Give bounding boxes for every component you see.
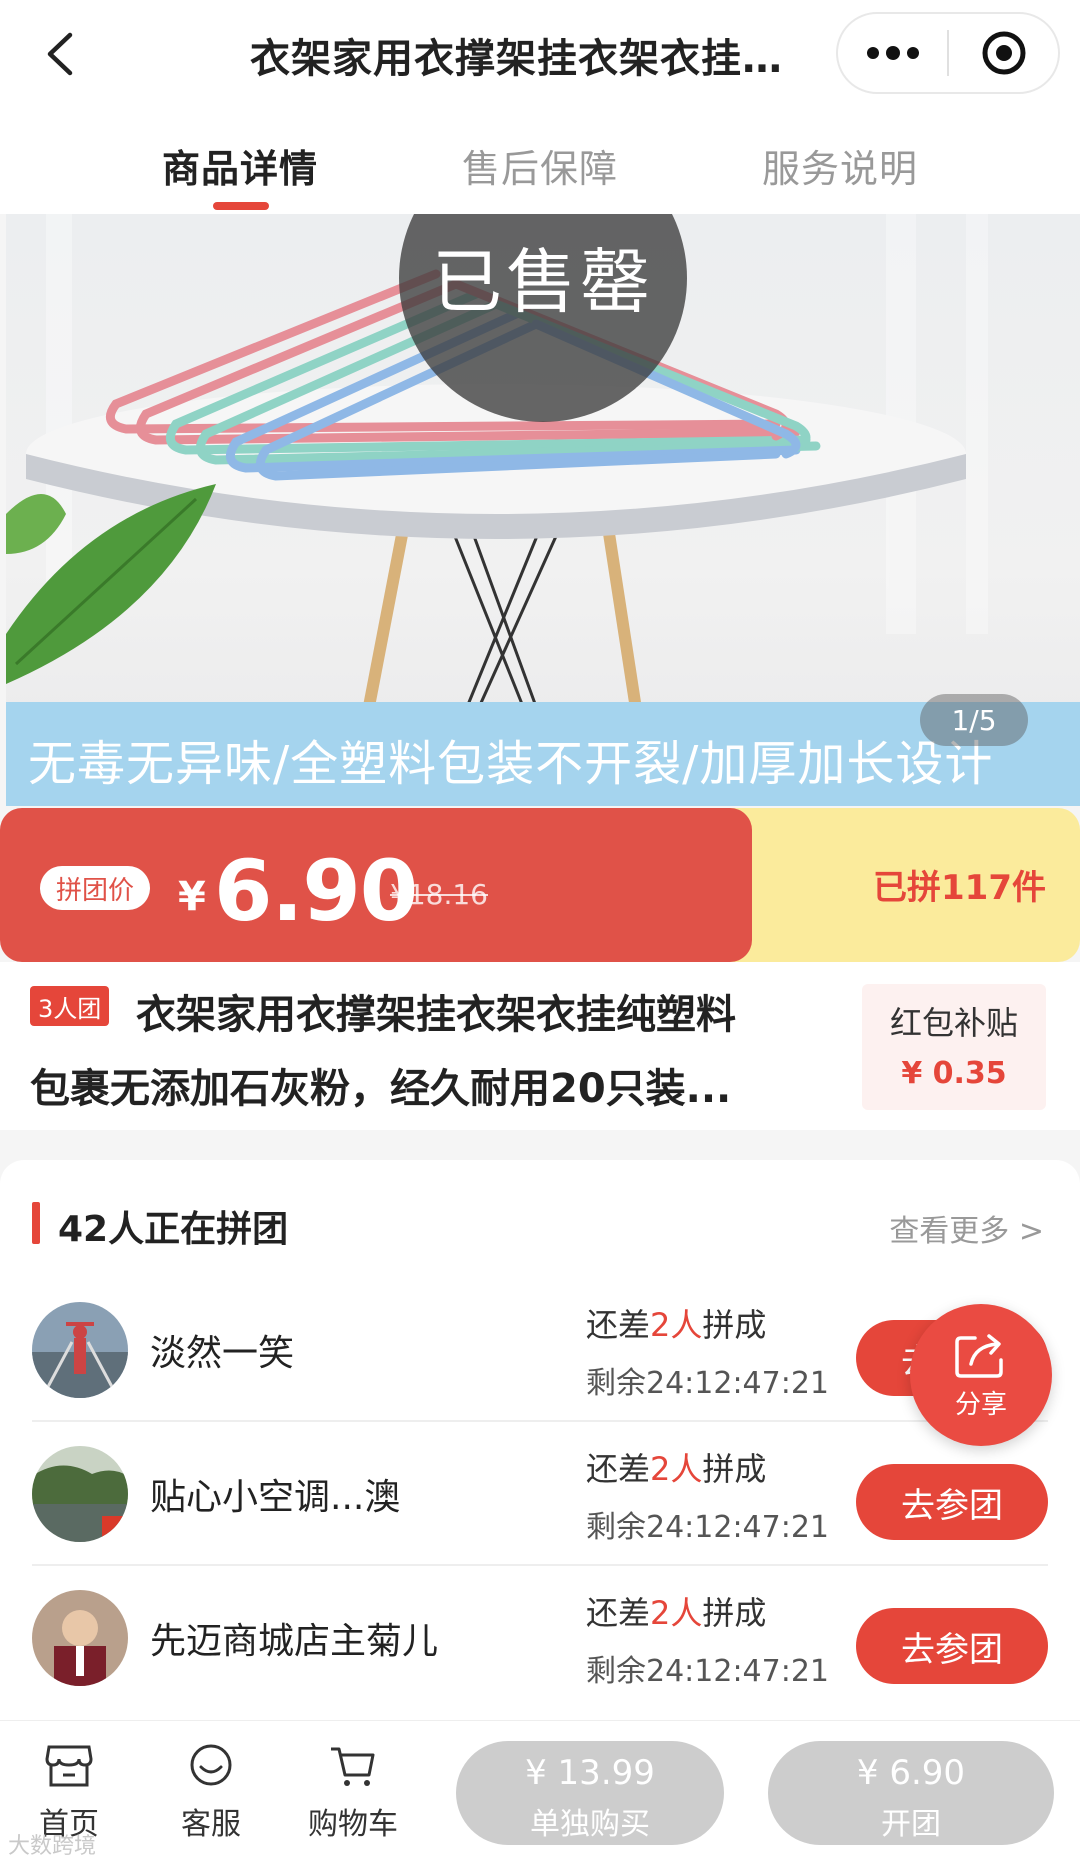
need-prefix: 还差 (586, 1594, 651, 1632)
mini-program-capsule (836, 12, 1060, 94)
group-buy-list: 42人正在拼团 查看更多 > 淡然一笑 还差2人拼成 剩余24:12:47:21… (0, 1160, 1080, 1720)
share-button[interactable]: 分享 (910, 1304, 1052, 1446)
need-suffix: 拼成 (702, 1594, 767, 1632)
group-need-count: 还差2人拼成 (586, 1300, 766, 1346)
tab-product-details[interactable]: 商品详情 (162, 138, 318, 193)
price-bar: 拼团价 ¥ 6.90 ¥18.16 已拼117件 (0, 808, 1080, 962)
avatar (32, 1590, 128, 1686)
subsidy-label: 红包补贴 (889, 1004, 1018, 1042)
buy-alone-price: ¥ 13.99 (525, 1753, 655, 1793)
join-group-button[interactable]: 去参团 (856, 1608, 1048, 1684)
sold-count: 已拼117件 (873, 868, 1046, 908)
start-group-label: 开团 (881, 1807, 941, 1842)
product-title-line2: 包裹无添加石灰粉，经久耐用20只装... (30, 1066, 732, 1112)
need-number: 2人 (650, 1594, 703, 1632)
need-number: 2人 (650, 1450, 703, 1488)
product-title-line1: 衣架家用衣撑架挂衣架衣挂纯塑料 (136, 992, 736, 1038)
section-accent-bar (32, 1202, 40, 1244)
need-suffix: 拼成 (702, 1450, 767, 1488)
group-remaining-time: 剩余24:12:47:21 (586, 1654, 830, 1689)
nav-customer-service-label: 客服 (181, 1807, 241, 1842)
group-remaining-time: 剩余24:12:47:21 (586, 1366, 830, 1401)
product-info: 衣架家用衣撑架挂衣架衣挂纯塑料 包裹无添加石灰粉，经久耐用20只装... 3人团… (0, 962, 1080, 1130)
group-row: 淡然一笑 还差2人拼成 剩余24:12:47:21 去参团 (32, 1278, 1048, 1422)
team-size-badge: 3人团 (30, 986, 110, 1026)
group-leader-name: 淡然一笑 (150, 1333, 295, 1374)
group-list-title: 42人正在拼团 (58, 1209, 289, 1250)
nav-cart[interactable]: 购物车 (298, 1743, 408, 1843)
nav-header: 衣架家用衣撑架挂衣架衣挂纯塑料包裹无添加石灰粉 (0, 0, 1080, 108)
sold-out-text: 已售罄 (432, 241, 654, 323)
chevron-left-icon (47, 32, 73, 76)
store-icon (45, 1745, 93, 1787)
need-suffix: 拼成 (702, 1306, 767, 1344)
buy-alone-label: 单独购买 (530, 1807, 650, 1842)
need-prefix: 还差 (586, 1306, 651, 1344)
group-leader-name: 先迈商城店主菊儿 (150, 1621, 439, 1662)
more-dots-icon (866, 46, 919, 60)
cart-icon (331, 1747, 375, 1786)
group-price-tag: 拼团价 (40, 866, 151, 910)
target-circle-icon (982, 31, 1025, 75)
subsidy-amount: ¥ 0.35 (901, 1056, 1007, 1091)
tab-after-sales[interactable]: 售后保障 (462, 138, 618, 193)
group-price: 6.90 (214, 842, 418, 940)
back-button[interactable] (30, 24, 90, 84)
currency-symbol: ¥ (178, 874, 206, 920)
bottom-action-bar: 首页 客服 购物车 ¥ 13.99 单独购买 ¥ 6.90 开团 (0, 1720, 1080, 1868)
group-leader-name: 贴心小空调...澳 (150, 1477, 401, 1518)
group-row: 先迈商城店主菊儿 还差2人拼成 剩余24:12:47:21 去参团 (32, 1566, 1048, 1710)
watermark: 大数跨境 (8, 1834, 97, 1859)
share-icon (955, 1333, 1003, 1378)
avatar (32, 1302, 128, 1398)
need-prefix: 还差 (586, 1450, 651, 1488)
avatar (32, 1446, 128, 1542)
buy-alone-button[interactable]: ¥ 13.99 单独购买 (456, 1741, 724, 1845)
banner-caption: 无毒无异味/全塑料包装不开裂/加厚加长设计 (28, 736, 994, 792)
need-number: 2人 (650, 1306, 703, 1344)
banner-caption-strip: 无毒无异味/全塑料包装不开裂/加厚加长设计 (6, 702, 1080, 806)
nav-cart-label: 购物车 (308, 1807, 398, 1842)
product-title: 衣架家用衣撑架挂衣架衣挂纯塑料 包裹无添加石灰粉，经久耐用20只装... (30, 978, 810, 1126)
group-need-count: 还差2人拼成 (586, 1588, 766, 1634)
more-button[interactable] (838, 14, 947, 92)
group-row: 贴心小空调...澳 还差2人拼成 剩余24:12:47:21 去参团 (32, 1422, 1048, 1566)
share-label: 分享 (954, 1389, 1007, 1420)
start-group-button[interactable]: ¥ 6.90 开团 (768, 1741, 1054, 1845)
close-miniprogram-button[interactable] (949, 14, 1058, 92)
red-packet-subsidy[interactable]: 红包补贴 ¥ 0.35 (862, 984, 1046, 1110)
start-group-price: ¥ 6.90 (856, 1753, 966, 1793)
join-group-button[interactable]: 去参团 (856, 1464, 1048, 1540)
carousel-page-indicator: 1/5 (920, 694, 1028, 746)
original-price: ¥18.16 (390, 878, 488, 911)
chat-icon (190, 1744, 232, 1786)
page-title: 衣架家用衣撑架挂衣架衣挂纯塑料包裹无添加石灰粉 (250, 36, 810, 82)
tab-bar: 商品详情 售后保障 服务说明 (0, 108, 1080, 214)
view-more-link[interactable]: 查看更多 > (889, 1206, 1044, 1250)
active-tab-indicator (213, 202, 269, 210)
group-need-count: 还差2人拼成 (586, 1444, 766, 1490)
product-image-carousel[interactable]: 已售罄 无毒无异味/全塑料包装不开裂/加厚加长设计 1/5 (6, 214, 1080, 806)
nav-customer-service[interactable]: 客服 (156, 1743, 266, 1843)
group-remaining-time: 剩余24:12:47:21 (586, 1510, 830, 1545)
tab-service-info[interactable]: 服务说明 (762, 138, 918, 193)
